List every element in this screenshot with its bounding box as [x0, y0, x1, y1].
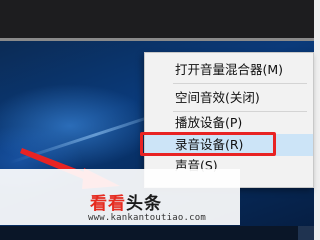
recording-devices-highlight-box [140, 132, 276, 156]
watermark-brand-red: 看看 [90, 194, 126, 214]
menu-separator [173, 83, 307, 84]
menu-item-volume-mixer[interactable]: 打开音量混合器(M) [145, 59, 313, 81]
watermark-brand-black: 头条 [126, 194, 162, 214]
watermark-brand: 看看头条 [90, 189, 162, 214]
taskbar-button[interactable] [298, 226, 314, 240]
menu-item-spatial-sound[interactable]: 空间音效(关闭) [145, 87, 313, 109]
sound-context-menu: 打开音量混合器(M) 空间音效(关闭) 播放设备(P) 录音设备(R) 声音(S… [144, 52, 314, 188]
taskbar [0, 226, 314, 240]
menu-item-playback-devices[interactable]: 播放设备(P) [145, 112, 313, 134]
top-dark-band [0, 0, 314, 40]
watermark-url: www.kankantoutiao.com [88, 213, 206, 223]
